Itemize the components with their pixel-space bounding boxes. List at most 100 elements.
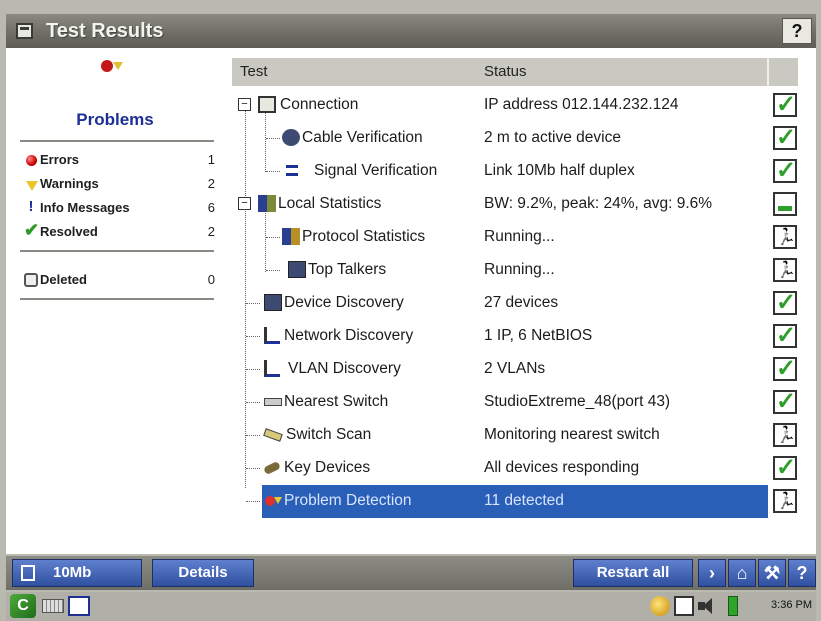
key-icon (263, 460, 281, 476)
column-header-status[interactable]: Status (484, 63, 527, 80)
pass-check-icon (773, 354, 797, 383)
collapse-icon[interactable]: − (238, 197, 251, 210)
pass-check-icon (773, 156, 797, 185)
row-test-name: Device Discovery (284, 294, 404, 311)
vlan-discovery-icon (264, 360, 280, 377)
link-icon (21, 565, 35, 581)
collapse-icon[interactable]: − (238, 98, 251, 111)
summary-resolved-count: 2 (207, 224, 215, 239)
summary-warnings[interactable]: Warnings 2 (24, 174, 219, 198)
running-icon (773, 489, 797, 513)
top-talkers-icon (288, 261, 306, 278)
problems-title: Problems (76, 110, 154, 129)
row-test-name: Problem Detection (284, 492, 412, 509)
tree-line (246, 336, 260, 337)
summary-warnings-count: 2 (207, 176, 215, 191)
forward-button[interactable]: › (698, 559, 726, 587)
summary-resolved-label: Resolved (40, 224, 98, 239)
tree-line (246, 468, 260, 469)
clock: 3:36 PM (771, 599, 812, 611)
running-icon (773, 258, 797, 282)
restart-all-button[interactable]: Restart all (573, 559, 693, 587)
tree-line (246, 369, 260, 370)
window-title: Test Results (46, 20, 164, 42)
summary-warnings-label: Warnings (40, 176, 99, 191)
screen: Test Results ? Problems Errors 1 Warning… (0, 0, 821, 621)
home-icon: ⌂ (736, 563, 748, 583)
protocol-stats-icon (282, 228, 300, 245)
device-discovery-icon (264, 294, 282, 311)
divider (20, 298, 214, 300)
summary-errors-count: 1 (207, 152, 215, 167)
row-test-name: Local Statistics (278, 195, 382, 212)
link-speed-label: 10Mb (53, 564, 92, 581)
table-row[interactable]: Switch Scan Monitoring nearest switch (232, 419, 798, 452)
status-bar: C 3:36 PM (6, 592, 816, 621)
tools-button[interactable]: ⚒ (758, 559, 786, 587)
tree-line (266, 171, 280, 172)
window-switch-icon[interactable] (68, 596, 90, 616)
table-row[interactable]: Network Discovery 1 IP, 6 NetBIOS (232, 320, 798, 353)
summary-deleted[interactable]: Deleted 0 (24, 270, 219, 294)
running-icon (773, 225, 797, 249)
table-row[interactable]: Signal Verification Link 10Mb half duple… (232, 155, 798, 188)
home-button[interactable]: ⌂ (728, 559, 756, 587)
help-icon: ? (791, 21, 803, 41)
summary-deleted-count: 0 (207, 272, 215, 287)
row-status: IP address 012.144.232.124 (484, 96, 679, 113)
row-test-name: Cable Verification (302, 129, 423, 146)
column-header-test[interactable]: Test (240, 63, 268, 80)
summary-resolved[interactable]: ✔ Resolved 2 (24, 220, 219, 246)
network-tray-icon[interactable] (650, 596, 670, 616)
link-speed-button[interactable]: 10Mb (12, 559, 142, 587)
table-row[interactable]: Cable Verification 2 m to active device (232, 122, 798, 155)
warning-icon (26, 181, 38, 191)
title-bar: Test Results ? (6, 14, 816, 48)
summary-errors[interactable]: Errors 1 (24, 150, 219, 174)
main-area: Problems Errors 1 Warnings 2 ! Info Mess… (6, 48, 816, 554)
table-row[interactable]: Top Talkers Running... (232, 254, 798, 287)
row-test-name: Switch Scan (286, 426, 372, 443)
summary-info-count: 6 (207, 200, 215, 215)
table-row[interactable]: − Connection IP address 012.144.232.124 (232, 89, 798, 122)
row-test-name: Signal Verification (314, 162, 438, 179)
row-test-name: Connection (280, 96, 359, 113)
keyboard-icon[interactable] (42, 599, 64, 613)
tree-line (246, 303, 260, 304)
row-status: 2 VLANs (484, 360, 546, 377)
clipboard-tray-icon[interactable] (674, 596, 694, 616)
help-toolbar-button[interactable]: ? (788, 559, 816, 587)
pass-check-icon (773, 321, 797, 350)
divider (20, 140, 214, 142)
tree-line (266, 270, 280, 271)
table-row[interactable]: Nearest Switch StudioExtreme_48(port 43) (232, 386, 798, 419)
info-icon: ! (28, 198, 34, 215)
speaker-icon[interactable] (698, 596, 722, 616)
pass-check-icon (773, 90, 797, 119)
table-row-selected[interactable]: Problem Detection 11 detected (232, 485, 798, 518)
row-test-name: Key Devices (284, 459, 371, 476)
row-status: Running... (484, 228, 555, 245)
table-row[interactable]: VLAN Discovery 2 VLANs (232, 353, 798, 386)
start-menu-icon[interactable]: C (10, 594, 36, 618)
help-button[interactable]: ? (782, 18, 812, 44)
window-icon (16, 23, 33, 39)
summary-info[interactable]: ! Info Messages 6 (24, 198, 219, 222)
table-row[interactable]: Key Devices All devices responding (232, 452, 798, 485)
summary-info-label: Info Messages (40, 200, 130, 215)
row-status: Monitoring nearest switch (484, 426, 660, 443)
forward-arrow-icon: › (709, 563, 715, 583)
tree-line (246, 501, 260, 502)
row-test-name: Protocol Statistics (302, 228, 426, 245)
table-row[interactable]: Protocol Statistics Running... (232, 221, 798, 254)
network-discovery-icon (264, 327, 280, 344)
table-row[interactable]: − Local Statistics BW: 9.2%, peak: 24%, … (232, 188, 798, 221)
row-status: 1 IP, 6 NetBIOS (484, 327, 593, 344)
details-button[interactable]: Details (152, 559, 254, 587)
question-icon: ? (796, 563, 808, 583)
signal-icon (286, 165, 298, 176)
row-status: StudioExtreme_48(port 43) (484, 393, 671, 410)
divider (20, 250, 214, 252)
row-test-name: Top Talkers (308, 261, 387, 278)
table-row[interactable]: Device Discovery 27 devices (232, 287, 798, 320)
